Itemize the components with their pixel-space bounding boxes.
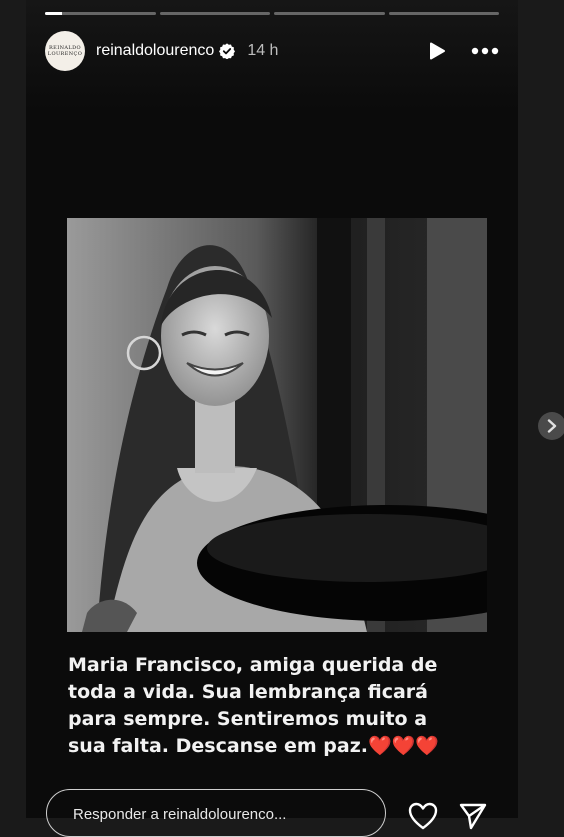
story-timestamp: 14 h	[247, 42, 279, 59]
avatar[interactable]: REINALDO LOURENÇO	[45, 31, 85, 71]
heart-icon[interactable]	[408, 802, 438, 830]
chevron-right-icon	[547, 419, 557, 433]
progress-segment	[274, 12, 385, 15]
send-icon[interactable]	[458, 802, 488, 830]
reply-input[interactable]: Responder a reinaldolourenco...	[46, 789, 386, 837]
avatar-text-line2: LOURENÇO	[47, 51, 83, 57]
story-header: REINALDO LOURENÇO reinaldolourenco 14 h	[45, 31, 499, 71]
verified-badge-icon	[219, 43, 236, 59]
username-link[interactable]: reinaldolourenco	[96, 42, 214, 60]
story-photo-illustration	[67, 218, 487, 632]
story-viewer: REINALDO LOURENÇO reinaldolourenco 14 h	[26, 0, 518, 837]
more-options-icon[interactable]	[471, 47, 499, 55]
progress-segment	[45, 12, 156, 15]
progress-fill	[45, 12, 62, 15]
story-progress-bar	[45, 12, 499, 15]
progress-segment	[159, 12, 270, 15]
story-caption: Maria Francisco, amiga querida de toda a…	[68, 654, 439, 757]
next-story-button[interactable]	[538, 412, 564, 440]
reply-placeholder: Responder a reinaldolourenco...	[73, 806, 287, 823]
progress-segment	[388, 12, 499, 15]
play-icon[interactable]	[427, 41, 447, 61]
story-photo	[67, 218, 487, 632]
